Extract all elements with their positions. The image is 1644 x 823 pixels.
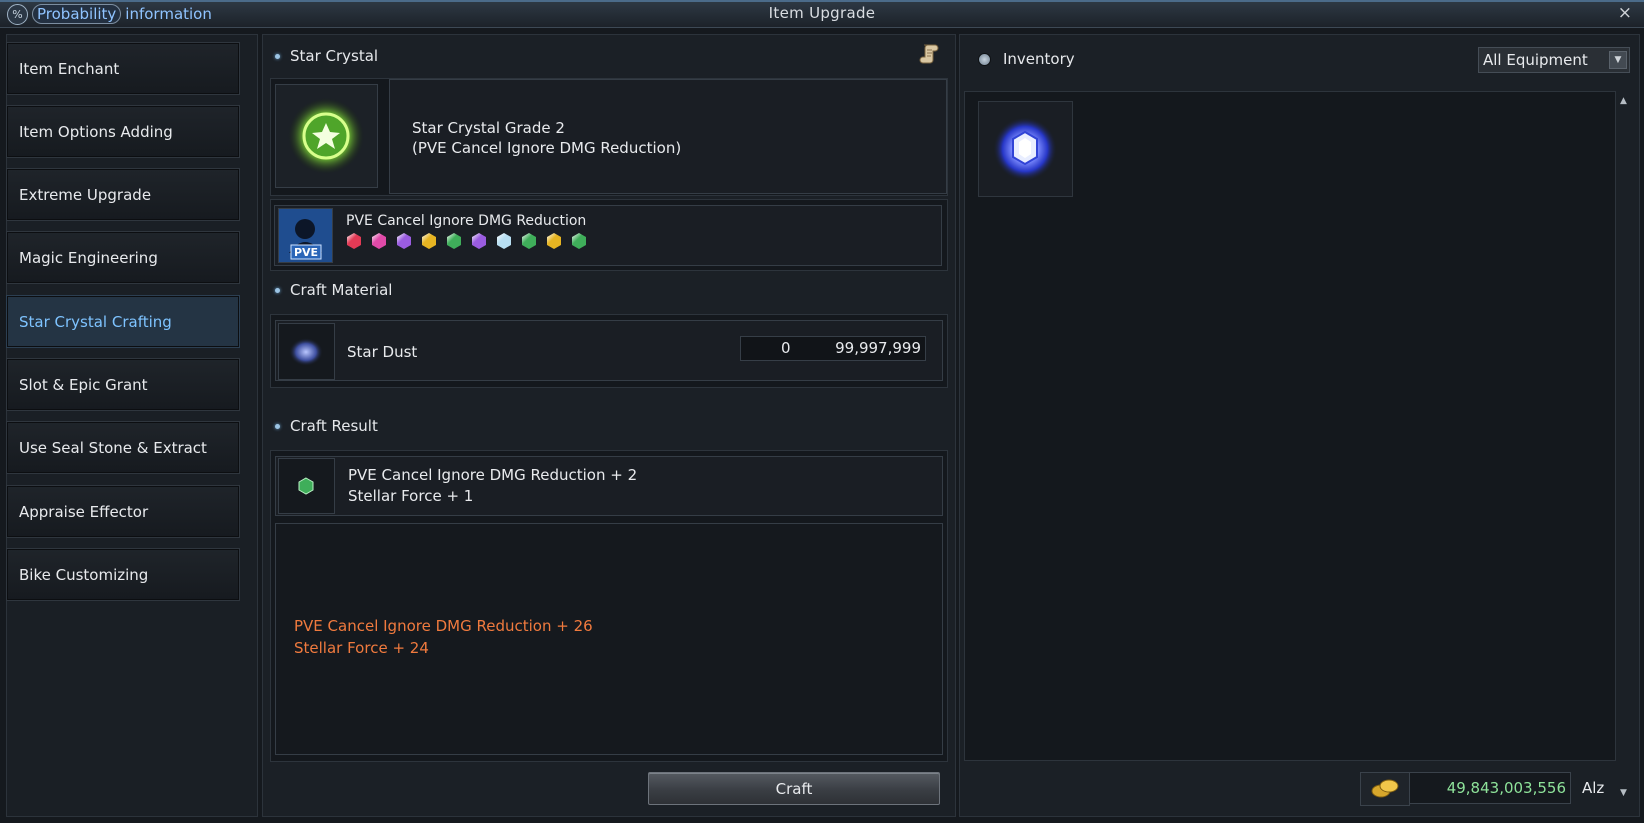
equipment-filter-value: All Equipment (1483, 51, 1588, 69)
gem-icon (422, 233, 436, 249)
equipment-filter-dropdown[interactable]: All Equipment ▼ (1478, 47, 1630, 73)
sidebar-item-bike-customizing[interactable]: Bike Customizing (6, 548, 240, 601)
gem-icon (547, 233, 561, 249)
craft-material-section-label: Craft Material (275, 281, 392, 299)
window-title: Item Upgrade (768, 4, 876, 22)
sidebar-item-item-options-adding[interactable]: Item Options Adding (6, 105, 240, 158)
radio-icon (978, 52, 991, 66)
gem-icon (472, 233, 486, 249)
star-dust-slot[interactable] (278, 323, 335, 380)
gem-icon (397, 233, 411, 249)
result-detail: PVE Cancel Ignore DMG Reduction + 26 Ste… (294, 615, 593, 659)
inventory-label: Inventory (1003, 50, 1075, 68)
sidebar-item-use-seal-stone-extract[interactable]: Use Seal Stone & Extract (6, 421, 240, 474)
inventory-scrollbar[interactable]: ▲ ▼ (1618, 96, 1632, 798)
sidebar-item-label: Item Options Adding (19, 122, 173, 141)
sidebar-item-magic-engineering[interactable]: Magic Engineering (6, 231, 240, 284)
bullet-icon (275, 287, 280, 293)
svg-text:PVE: PVE (294, 246, 318, 259)
alz-amount: 49,843,003,556 (1409, 772, 1571, 804)
star-crystal-slot[interactable] (275, 84, 378, 188)
material-max-count: 99,997,999 (835, 339, 921, 357)
star-crystal-name: Star Crystal Grade 2 (PVE Cancel Ignore … (412, 118, 681, 158)
material-name: Star Dust (347, 343, 418, 361)
sidebar-item-appraise-effector[interactable]: Appraise Effector (6, 485, 240, 538)
sidebar-item-extreme-upgrade[interactable]: Extreme Upgrade (6, 168, 240, 221)
result-detail-line2: Stellar Force + 24 (294, 639, 429, 657)
inventory-slot[interactable] (978, 101, 1073, 197)
gem-icon (372, 233, 386, 249)
craft-button[interactable]: Craft (648, 772, 940, 805)
craft-result-section-label: Craft Result (275, 417, 378, 435)
gem-row (347, 233, 586, 249)
sidebar-item-star-crystal-crafting[interactable]: Star Crystal Crafting (6, 295, 240, 348)
bullet-icon (275, 53, 280, 59)
title-bar: % Probability information Item Upgrade × (0, 0, 1644, 28)
sidebar-item-label: Magic Engineering (19, 248, 158, 267)
pve-option-icon[interactable]: PVE (278, 208, 333, 263)
alz-icon-slot (1360, 772, 1410, 806)
sidebar-item-label: Appraise Effector (19, 502, 149, 521)
star-crystal-icon (288, 98, 364, 174)
star-dust-icon (289, 338, 323, 366)
pve-icon: PVE (279, 209, 332, 262)
star-crystal-name-line1: Star Crystal Grade 2 (412, 119, 565, 137)
sidebar-item-slot-epic-grant[interactable]: Slot & Epic Grant (6, 358, 240, 411)
green-gem-icon (298, 477, 314, 495)
scroll-up-icon[interactable]: ▲ (1620, 96, 1627, 106)
close-button[interactable]: × (1618, 4, 1632, 22)
bullet-icon (275, 423, 280, 429)
sidebar-item-label: Extreme Upgrade (19, 185, 152, 204)
sidebar-item-label: Item Enchant (19, 59, 120, 78)
material-quantity: 0 99,997,999 (740, 336, 926, 361)
sidebar-item-label: Slot & Epic Grant (19, 375, 148, 394)
coin-icon (1371, 779, 1399, 798)
result-detail-line1: PVE Cancel Ignore DMG Reduction + 26 (294, 617, 593, 635)
sidebar-item-label: Bike Customizing (19, 565, 149, 584)
inventory-header: Inventory (978, 50, 1075, 68)
chevron-down-icon: ▼ (1609, 51, 1627, 69)
gem-icon (347, 233, 361, 249)
gem-icon (497, 233, 511, 249)
option-name: PVE Cancel Ignore DMG Reduction (346, 213, 587, 229)
sidebar-item-item-enchant[interactable]: Item Enchant (6, 42, 240, 95)
gem-icon (447, 233, 461, 249)
scroll-down-icon[interactable]: ▼ (1620, 788, 1627, 798)
sidebar-item-label: Use Seal Stone & Extract (19, 438, 207, 457)
star-crystal-section-label: Star Crystal (275, 47, 378, 65)
sidebar-item-label: Star Crystal Crafting (19, 312, 172, 331)
result-slot[interactable] (278, 458, 335, 514)
material-have-count: 0 (781, 339, 791, 357)
result-summary: PVE Cancel Ignore DMG Reduction + 2 Stel… (348, 465, 637, 507)
alz-unit-label: Alz (1582, 779, 1605, 797)
star-crystal-name-line2: (PVE Cancel Ignore DMG Reduction) (412, 139, 682, 157)
blue-crystal-icon (993, 117, 1057, 181)
gem-icon (572, 233, 586, 249)
scroll-icon[interactable] (918, 41, 942, 65)
gem-icon (522, 233, 536, 249)
result-line2: Stellar Force + 1 (348, 487, 474, 505)
result-line1: PVE Cancel Ignore DMG Reduction + 2 (348, 466, 638, 484)
